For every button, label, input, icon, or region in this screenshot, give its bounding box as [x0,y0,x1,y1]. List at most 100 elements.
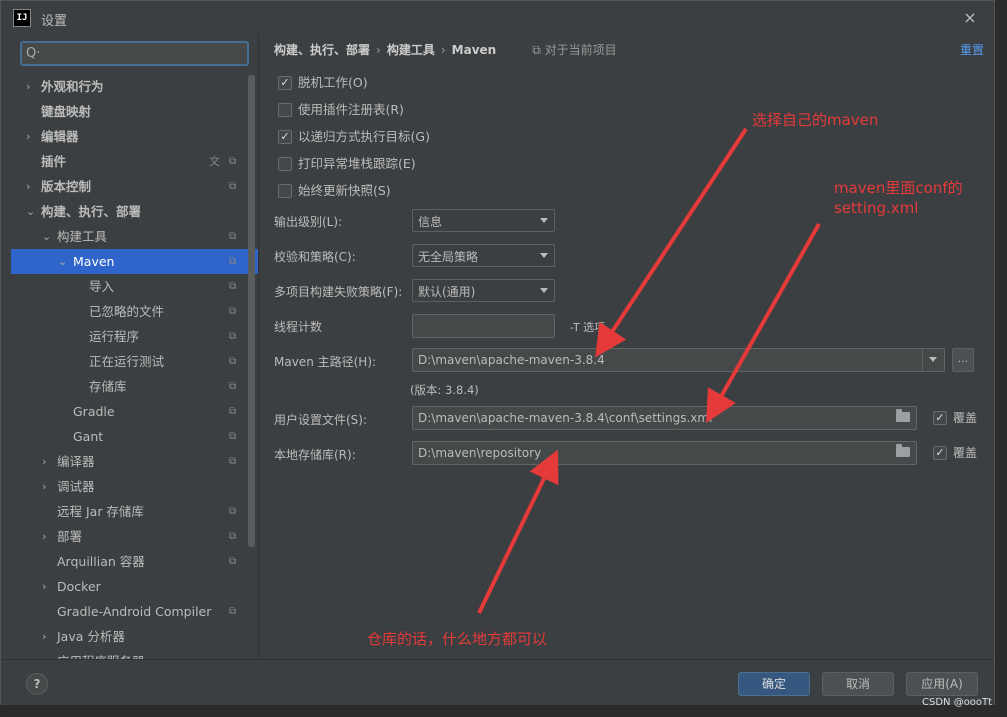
checksum-policy-dropdown[interactable]: 无全局策略 [412,244,555,267]
print-stacktrace-checkbox[interactable]: 打印异常堆栈跟踪(E) [278,155,416,173]
thread-count-input[interactable] [412,314,555,338]
user-settings-label: 用户设置文件(S): [274,413,368,427]
ok-button[interactable]: 确定 [738,672,810,696]
project-scope-icon: ⧉ [229,456,237,467]
search-box[interactable]: Q· [20,41,249,66]
project-scope-icon: ⧉ [229,331,237,342]
checkbox-box[interactable]: ✓ [278,129,292,144]
sidebar-item[interactable]: 键盘映射 [11,99,258,124]
sidebar-item[interactable]: ⌄ 构建、执行、部署 [11,199,258,224]
sidebar-scrollbar[interactable] [248,75,255,547]
sidebar-item[interactable]: Arquillian 容器 ⧉ [11,549,258,574]
checkbox-box[interactable] [278,102,292,117]
annotation-select-maven: 选择自己的maven [752,111,879,129]
sidebar-item[interactable]: Gant ⧉ [11,424,258,449]
checkbox-box[interactable]: ✓ [278,75,292,90]
sidebar-item[interactable]: ⌄ 构建工具 ⧉ [11,224,258,249]
update-snapshots-checkbox[interactable]: 始终更新快照(S) [278,182,391,200]
chevron-right-icon[interactable]: › [42,449,52,474]
sidebar-item[interactable]: 存储库 ⧉ [11,374,258,399]
chevron-down-icon[interactable]: ⌄ [26,199,36,224]
offline-checkbox[interactable]: ✓ 脱机工作(O) [278,74,368,92]
local-repo-override-checkbox[interactable]: ✓ 覆盖 [933,444,977,462]
sidebar-item[interactable]: ⌄ Maven ⧉ [11,249,258,274]
chevron-down-icon[interactable]: ⌄ [42,224,52,249]
chevron-right-icon[interactable]: › [26,74,36,99]
chevron-down-icon[interactable]: ⌄ [58,249,68,274]
sidebar-item-label: 运行程序 [89,329,140,344]
apply-button[interactable]: 应用(A) [906,672,978,696]
search-input[interactable] [44,45,244,63]
sidebar-item-label: 部署 [57,529,83,544]
help-button[interactable]: ? [26,673,48,695]
chevron-right-icon[interactable]: › [42,574,52,599]
output-level-dropdown[interactable]: 信息 [412,209,555,232]
checkbox-box[interactable] [278,183,292,198]
translate-icon: 文 [209,155,220,168]
browse-button[interactable]: ... [952,348,974,372]
project-scope-icon: ⧉ [229,606,237,617]
sidebar-item-label: 调试器 [57,479,95,494]
sidebar-item-label: 外观和行为 [41,79,104,94]
sidebar-item-label: Docker [57,579,101,594]
chevron-right-icon[interactable]: › [42,524,52,549]
sidebar-item[interactable]: 导入 ⧉ [11,274,258,299]
checkbox-box[interactable] [278,156,292,171]
user-settings-override-checkbox[interactable]: ✓ 覆盖 [933,409,977,427]
project-scope-icon: ⧉ [229,281,237,292]
sidebar-item-label: Gradle [73,404,115,419]
recursive-goals-checkbox[interactable]: ✓ 以递归方式执行目标(G) [278,128,430,146]
chevron-right-icon[interactable]: › [42,474,52,499]
maven-settings-panel: 构建、执行、部署 › 构建工具 › Maven ⧉ 对于当前项目 重置 ✓ 脱机工作(O) … [259,35,994,659]
cancel-button[interactable]: 取消 [822,672,894,696]
sidebar-item[interactable]: 应用程序服务器 [11,649,258,659]
folder-icon[interactable] [896,444,910,457]
reset-link[interactable]: 重置 [960,41,984,58]
sidebar-item[interactable]: Gradle ⧉ [11,399,258,424]
plugin-registry-checkbox[interactable]: 使用插件注册表(R) [278,101,404,119]
sidebar-item[interactable]: 已忽略的文件 ⧉ [11,299,258,324]
thread-count-label: 线程计数 [274,320,323,334]
breadcrumb-part: Maven [451,43,497,57]
checkbox-box[interactable]: ✓ [933,445,947,460]
annotation-settings-xml-line2: setting.xml [834,199,919,217]
maven-home-input[interactable]: D:\maven\apache-maven-3.8.4 [412,348,945,372]
local-repo-input[interactable]: D:\maven\repository [412,441,917,465]
project-scope-icon: ⧉ [229,406,237,417]
sidebar-item[interactable]: Gradle-Android Compiler ⧉ [11,599,258,624]
chevron-right-icon[interactable]: › [26,124,36,149]
sidebar-item[interactable]: › Docker [11,574,258,599]
input-value: D:\maven\apache-maven-3.8.4\conf\setting… [418,411,713,425]
checksum-policy-label: 校验和策略(C): [274,250,356,264]
checkbox-label: 以递归方式执行目标(G) [298,129,430,144]
sidebar-item-label: 编辑器 [41,129,79,144]
chevron-down-icon[interactable] [929,357,937,362]
sidebar-item[interactable]: 运行程序 ⧉ [11,324,258,349]
sidebar-item[interactable]: › Java 分析器 [11,624,258,649]
checkbox-label: 始终更新快照(S) [298,183,391,198]
settings-dialog: IJ 设置 × Q· › 外观和行为 键盘映射 › 编辑器 插件 文 ⧉ › 版本控制 ⧉ ⌄ 构建、执… [0,0,995,705]
sidebar-item[interactable]: 插件 文 ⧉ [11,149,258,174]
sidebar-item[interactable]: 正在运行测试 ⧉ [11,349,258,374]
sidebar-item[interactable]: › 版本控制 ⧉ [11,174,258,199]
checkbox-label: 打印异常堆栈跟踪(E) [298,156,416,171]
breadcrumb-separator: › [376,43,381,57]
checkbox-box[interactable]: ✓ [933,410,947,425]
sidebar-item[interactable]: › 调试器 [11,474,258,499]
fail-policy-dropdown[interactable]: 默认(通用) [412,279,555,302]
sidebar-item[interactable]: › 编译器 ⧉ [11,449,258,474]
sidebar-item[interactable]: › 部署 ⧉ [11,524,258,549]
local-repo-label: 本地存储库(R): [274,448,356,462]
maven-version-label: (版本: 3.8.4) [410,383,479,397]
sidebar-item-label: Java 分析器 [57,629,125,644]
chevron-right-icon[interactable]: › [26,174,36,199]
close-icon[interactable]: × [959,7,981,29]
sidebar-item-label: Maven [73,254,115,269]
user-settings-input[interactable]: D:\maven\apache-maven-3.8.4\conf\setting… [412,406,917,430]
sidebar-item[interactable]: › 编辑器 [11,124,258,149]
sidebar-item[interactable]: 远程 Jar 存储库 ⧉ [11,499,258,524]
sidebar-item[interactable]: › 外观和行为 [11,74,258,99]
folder-icon[interactable] [896,409,910,422]
chevron-right-icon[interactable]: › [42,624,52,649]
project-scope-icon: ⧉ [229,506,237,517]
